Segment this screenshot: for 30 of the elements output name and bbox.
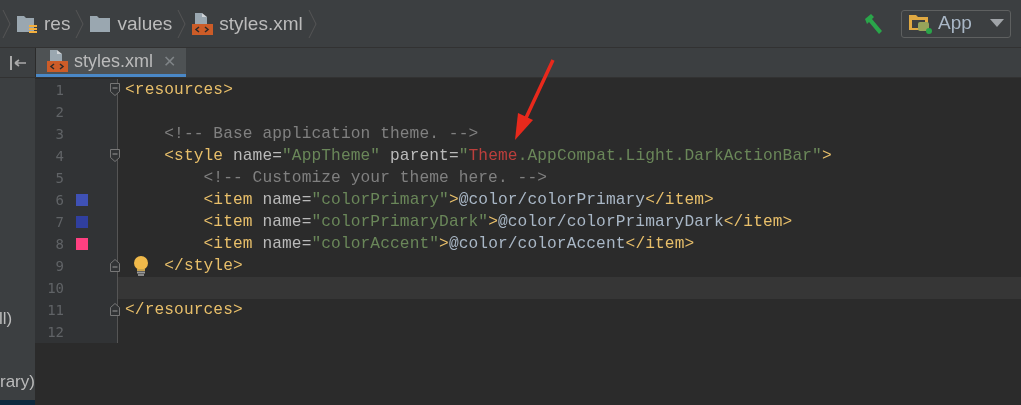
fold-end-icon[interactable] [110, 259, 120, 272]
code-line: <style name="AppTheme" parent="Theme.AppCompat.Light.DarkActionBar"> [164, 147, 832, 165]
color-swatch[interactable] [76, 194, 88, 206]
caret-icon [990, 19, 1004, 27]
fold-start-icon[interactable] [110, 83, 120, 96]
lightbulb-icon[interactable] [133, 256, 149, 276]
fold-end-icon[interactable] [110, 303, 120, 316]
editor-tab[interactable]: styles.xml ✕ [36, 48, 186, 77]
sidebar-text: ll) [0, 309, 13, 329]
fold-start-icon[interactable] [110, 149, 120, 162]
xml-file-icon [191, 11, 214, 36]
breadcrumb-item[interactable]: res [16, 12, 71, 35]
folder-icon [89, 13, 112, 34]
run-configuration-dropdown[interactable]: App [901, 9, 1011, 38]
breadcrumb-item[interactable]: styles.xml [191, 11, 303, 36]
code-line: <item name="colorAccent">@color/colorAccent</item> [203, 235, 695, 253]
code-line: <resources> [125, 81, 233, 99]
code-line: </resources> [125, 301, 243, 319]
code-line: <item name="colorPrimaryDark">@color/colorPrimaryDark</item> [203, 213, 793, 231]
sidebar-text: rary) [0, 372, 35, 392]
code-line: </style> [164, 257, 243, 275]
android-folder-icon [908, 12, 934, 34]
xml-file-icon [46, 49, 68, 73]
breadcrumb-item[interactable]: values [89, 12, 173, 35]
color-swatch[interactable] [76, 216, 88, 228]
code-line: <!-- Base application theme. --> [164, 125, 479, 143]
code-line: <!-- Customize your theme here. --> [203, 169, 547, 187]
color-swatch[interactable] [76, 238, 88, 250]
code-line: <item name="colorPrimary">@color/colorPrimary</item> [203, 191, 714, 209]
collapse-left-icon[interactable] [8, 55, 27, 70]
